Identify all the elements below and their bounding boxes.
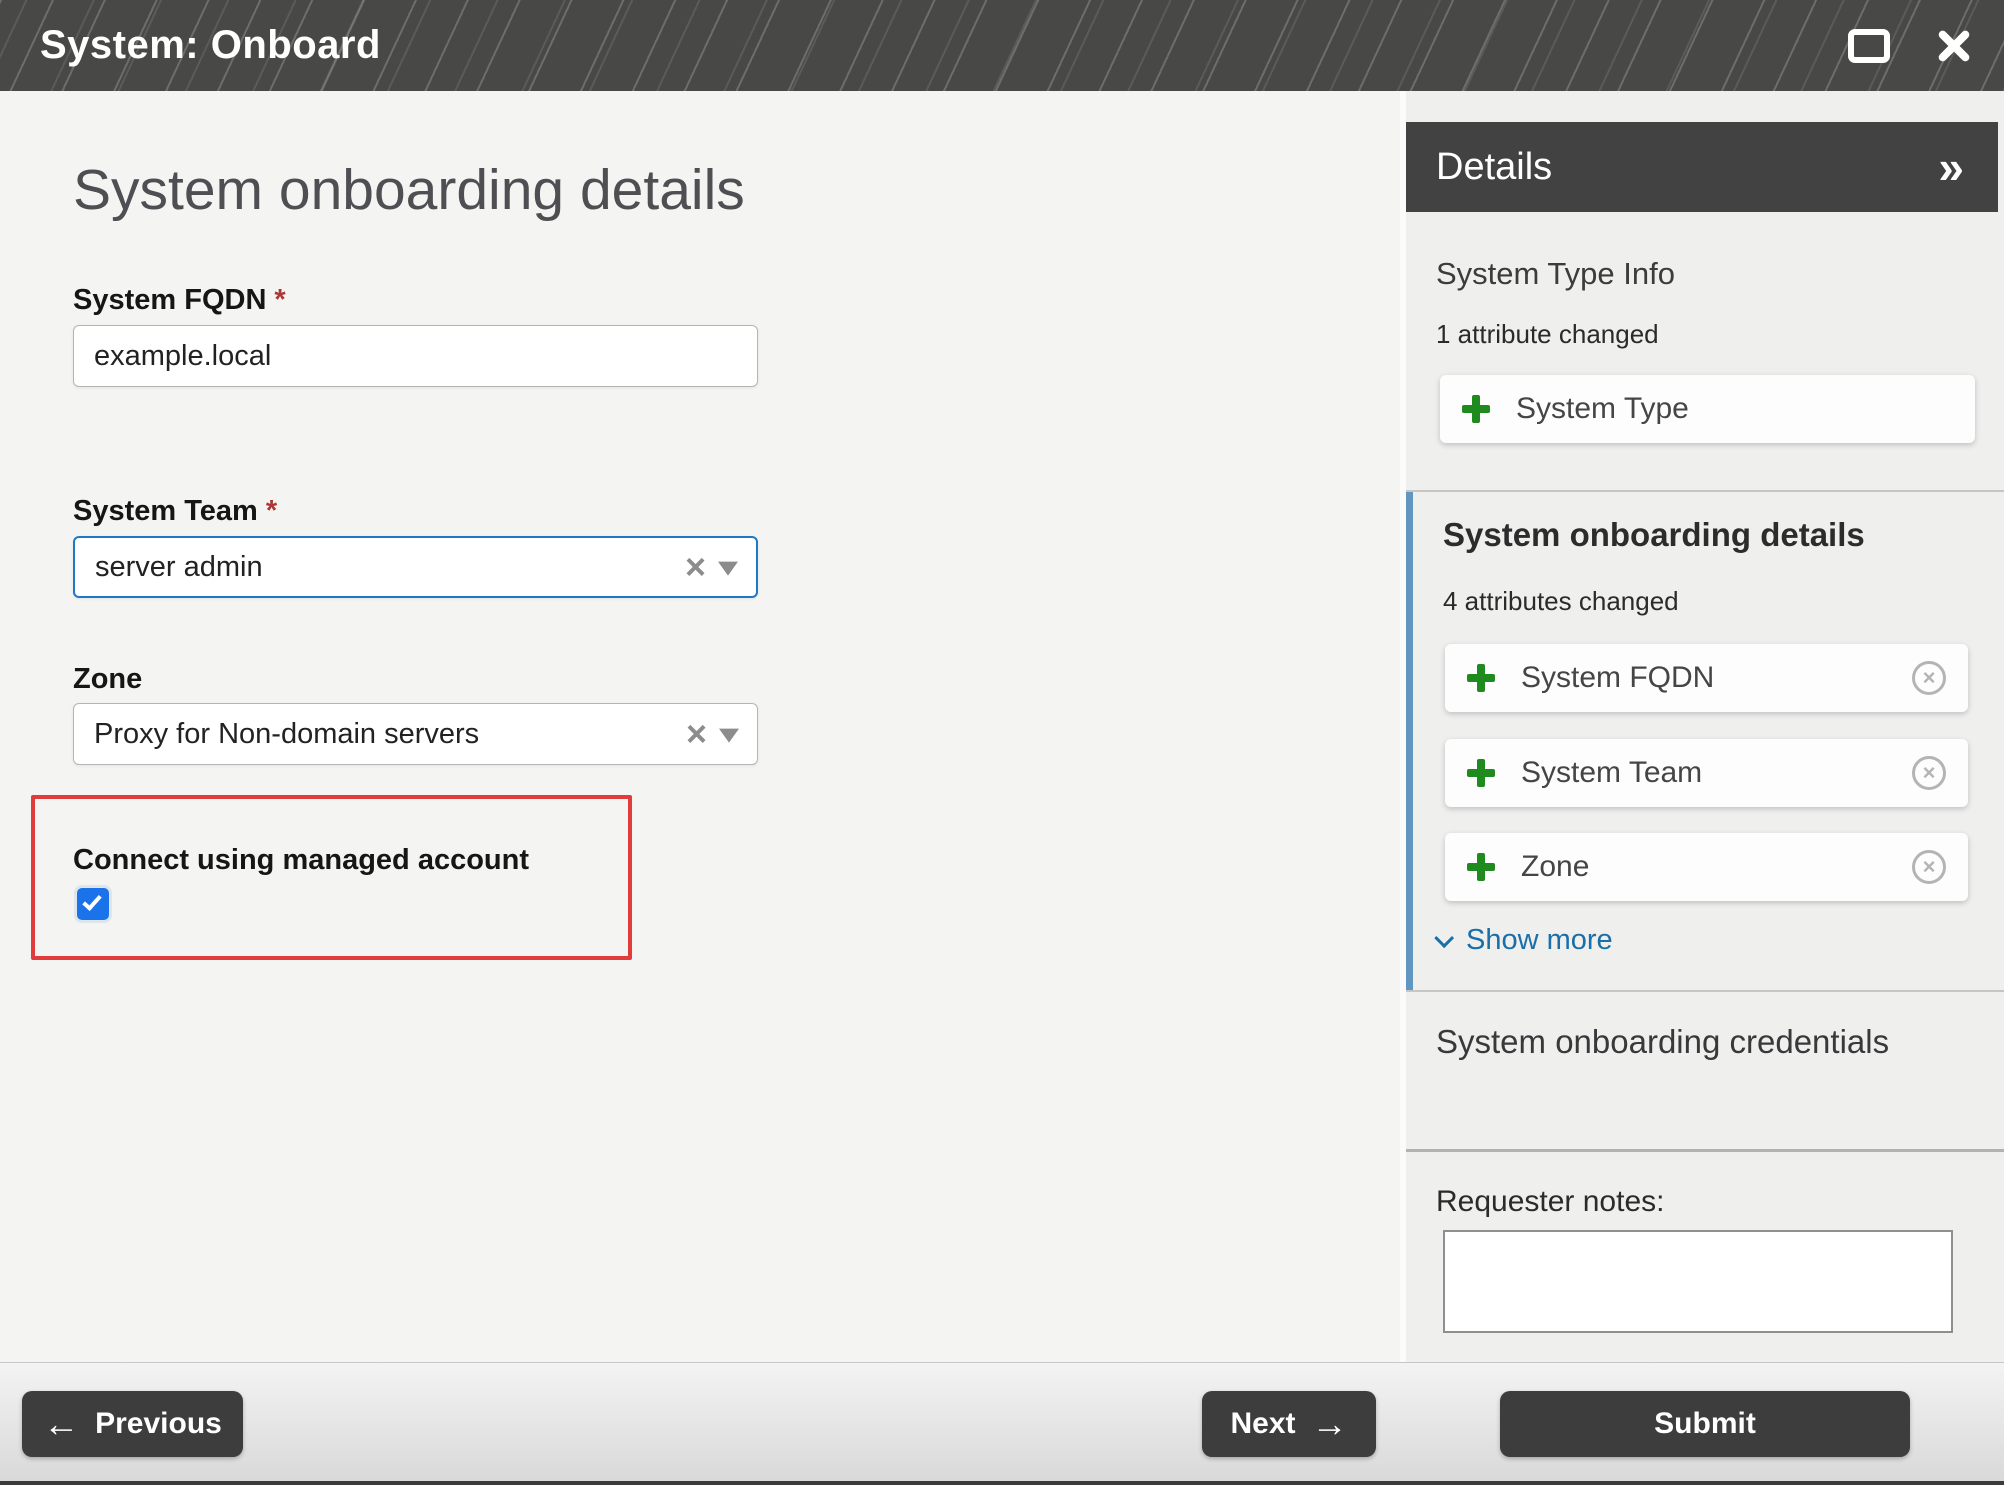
- section-changed-count: 4 attributes changed: [1443, 586, 1679, 617]
- system-team-label: System Team*: [73, 495, 277, 528]
- next-button[interactable]: Next →: [1202, 1391, 1376, 1457]
- system-team-value: server admin: [95, 551, 263, 584]
- submit-button-label: Submit: [1654, 1407, 1756, 1441]
- section-title-onboarding-credentials: System onboarding credentials: [1436, 1023, 1889, 1061]
- attribute-label: System Team: [1521, 756, 1912, 790]
- window-title: System: Onboard: [40, 23, 381, 68]
- previous-button-label: Previous: [95, 1407, 222, 1441]
- attribute-label: System Type: [1516, 392, 1953, 426]
- window-controls: [1848, 0, 1972, 91]
- checkmark-icon: [82, 891, 101, 911]
- requester-notes-label: Requester notes:: [1436, 1185, 1664, 1219]
- maximize-icon[interactable]: [1848, 29, 1890, 63]
- section-title-system-type-info: System Type Info: [1436, 256, 1675, 292]
- zone-label: Zone: [73, 663, 142, 696]
- requester-notes-textarea[interactable]: [1443, 1230, 1953, 1333]
- section-divider: [1406, 1149, 2004, 1152]
- clear-selection-icon[interactable]: ×: [685, 549, 706, 585]
- plus-icon: [1462, 395, 1490, 423]
- chevron-down-icon: [1434, 928, 1454, 948]
- active-section-indicator: [1406, 492, 1413, 990]
- plus-icon: [1467, 759, 1495, 787]
- remove-attribute-icon[interactable]: ×: [1912, 661, 1946, 695]
- red-highlight-box: [31, 795, 632, 960]
- managed-account-checkbox-label: Connect using managed account: [73, 844, 529, 877]
- window-titlebar: System: Onboard: [0, 0, 2004, 91]
- plus-icon: [1467, 664, 1495, 692]
- zone-label-text: Zone: [73, 663, 142, 695]
- arrow-right-icon: →: [1312, 1406, 1348, 1442]
- system-fqdn-label-text: System FQDN: [73, 284, 266, 316]
- attribute-card-zone: Zone ×: [1445, 833, 1968, 901]
- plus-icon: [1467, 853, 1495, 881]
- required-asterisk: *: [274, 284, 285, 316]
- show-more-link[interactable]: Show more: [1440, 924, 1613, 957]
- section-divider: [1406, 490, 2004, 492]
- details-panel-header: Details »: [1406, 122, 1998, 212]
- onboard-dialog: System: Onboard System onboarding detail…: [0, 0, 2004, 1485]
- remove-attribute-icon[interactable]: ×: [1912, 850, 1946, 884]
- next-button-label: Next: [1230, 1407, 1295, 1441]
- clear-selection-icon[interactable]: ×: [686, 716, 707, 752]
- zone-value: Proxy for Non-domain servers: [94, 718, 479, 751]
- attribute-card-system-fqdn: System FQDN ×: [1445, 644, 1968, 712]
- attribute-label: Zone: [1521, 850, 1912, 884]
- wizard-footer: ← Previous Next → Submit: [0, 1362, 2004, 1481]
- page-title: System onboarding details: [73, 157, 745, 223]
- system-fqdn-value: example.local: [94, 340, 271, 373]
- previous-button[interactable]: ← Previous: [22, 1391, 243, 1457]
- submit-button[interactable]: Submit: [1500, 1391, 1910, 1457]
- onboarding-form: System onboarding details System FQDN* e…: [0, 91, 1400, 1362]
- attribute-card-system-type: System Type: [1440, 375, 1975, 443]
- section-changed-count: 1 attribute changed: [1436, 319, 1659, 350]
- section-divider: [1406, 990, 2004, 992]
- system-fqdn-label: System FQDN*: [73, 284, 286, 317]
- dropdown-caret-icon[interactable]: [719, 729, 739, 743]
- window-bottom-edge: [0, 1481, 2004, 1485]
- details-panel: Details » System Type Info 1 attribute c…: [1406, 91, 2004, 1362]
- system-team-label-text: System Team: [73, 495, 258, 527]
- zone-select[interactable]: Proxy for Non-domain servers ×: [73, 703, 758, 765]
- system-fqdn-input[interactable]: example.local: [73, 325, 758, 387]
- arrow-left-icon: ←: [43, 1406, 79, 1442]
- dropdown-caret-icon[interactable]: [718, 562, 738, 576]
- section-title-onboarding-details: System onboarding details: [1443, 516, 1865, 554]
- attribute-label: System FQDN: [1521, 661, 1912, 695]
- system-team-select[interactable]: server admin ×: [73, 536, 758, 598]
- required-asterisk: *: [266, 495, 277, 527]
- show-more-label: Show more: [1466, 924, 1613, 957]
- close-icon[interactable]: [1936, 28, 1972, 64]
- collapse-panel-icon[interactable]: »: [1938, 144, 1964, 190]
- details-title: Details: [1436, 146, 1552, 189]
- managed-account-checkbox[interactable]: [77, 888, 109, 920]
- attribute-card-system-team: System Team ×: [1445, 739, 1968, 807]
- remove-attribute-icon[interactable]: ×: [1912, 756, 1946, 790]
